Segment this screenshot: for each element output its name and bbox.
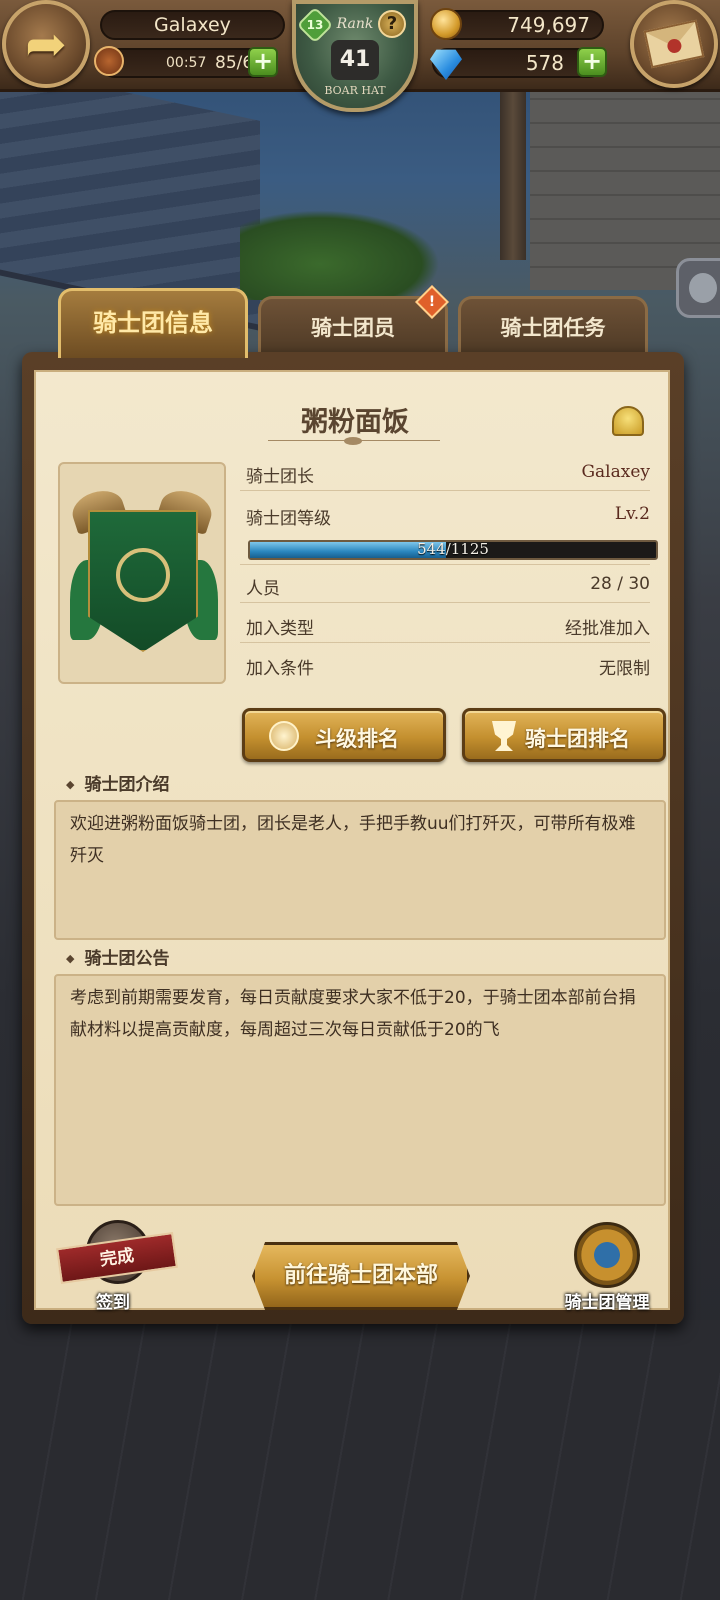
guild-rank-button[interactable]: 骑士团排名 <box>462 708 666 762</box>
go-to-hq-button[interactable]: 前往骑士团本部 <box>252 1242 470 1310</box>
members-label: 人员 <box>246 579 280 599</box>
row-divider <box>240 490 650 491</box>
player-name: Galaxey <box>100 10 285 40</box>
tab-tasks[interactable]: 骑士团任务 <box>458 296 648 358</box>
rank-tier-value: 13 <box>306 18 324 32</box>
help-icon[interactable]: ? <box>378 10 406 38</box>
join-condition-label: 加入条件 <box>246 659 314 679</box>
guild-rank-label: 骑士团排名 <box>525 727 630 751</box>
trophy-icon <box>492 721 516 751</box>
intro-text: 欢迎进粥粉面饭骑士团，团长是老人，手把手教uu们打歼灭，可带所有极难歼灭 <box>54 800 666 940</box>
notice-title: 骑士团公告 <box>66 944 169 969</box>
leader-label: 骑士团长 <box>246 467 314 487</box>
bell-icon[interactable] <box>612 406 644 436</box>
signin-button[interactable]: 完成 签到 <box>56 1220 178 1320</box>
ground-decoration <box>0 1320 720 1600</box>
signin-label: 签到 <box>96 1293 130 1313</box>
medal-icon <box>269 721 299 751</box>
join-type-label: 加入类型 <box>246 619 314 639</box>
guild-name: 粥粉面饭 <box>301 407 409 438</box>
guild-manage-button[interactable]: 骑士团管理 <box>552 1222 662 1322</box>
level-label: 骑士团等级 <box>246 509 331 529</box>
alert-mark: ! <box>428 294 436 310</box>
intro-title: 骑士团介绍 <box>66 770 169 795</box>
emblem-lion-icon <box>116 548 170 602</box>
row-divider <box>240 564 650 565</box>
level-value: Lv.2 <box>614 504 650 524</box>
rank-title: BOAR HAT <box>324 84 386 97</box>
side-menu-icon <box>689 273 717 303</box>
back-arrow-icon: ➦ <box>25 15 67 73</box>
gold-coin-icon <box>430 8 462 40</box>
rank-level: 41 <box>331 40 379 80</box>
guild-xp-bar: 544/1125 <box>248 540 658 560</box>
manage-gear-icon <box>574 1222 640 1288</box>
join-condition-value: 无限制 <box>599 659 650 679</box>
stamina-icon <box>94 46 124 76</box>
notice-text: 考虑到前期需要发育，每日贡献度要求大家不低于20，于骑士团本部前台捐献材料以提高… <box>54 974 666 1206</box>
pillar-decoration <box>500 90 526 260</box>
xp-text: 544/1125 <box>417 540 489 558</box>
join-type-value: 经批准加入 <box>565 619 650 639</box>
manage-label: 骑士团管理 <box>564 1293 650 1313</box>
fight-rank-label: 斗级排名 <box>315 727 399 751</box>
mail-icon <box>643 19 705 69</box>
row-divider <box>240 642 650 643</box>
side-menu-button[interactable] <box>676 258 720 318</box>
row-divider <box>240 602 650 603</box>
leader-value: Galaxey <box>581 462 650 482</box>
add-gems-button[interactable]: + <box>577 47 607 77</box>
stamina-timer: 00:57 <box>166 55 207 71</box>
tab-guild-info[interactable]: 骑士团信息 <box>58 288 248 358</box>
title-divider <box>268 437 440 446</box>
mail-button[interactable] <box>630 0 718 88</box>
fight-rank-button[interactable]: 斗级排名 <box>242 708 446 762</box>
add-stamina-button[interactable]: + <box>248 47 278 77</box>
back-button[interactable]: ➦ <box>2 0 90 88</box>
members-value: 28 / 30 <box>590 574 650 594</box>
trees-decoration <box>240 210 440 300</box>
